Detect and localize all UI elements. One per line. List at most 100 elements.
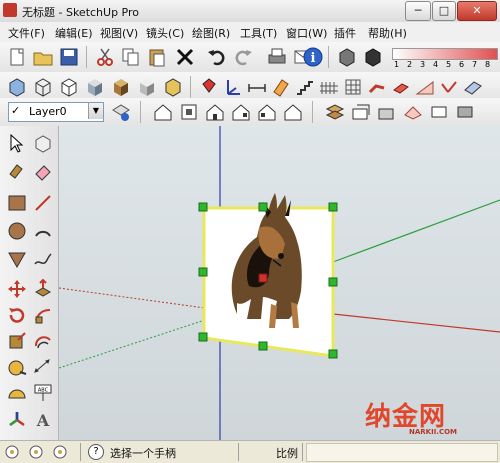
monochrome-icon[interactable] (136, 76, 158, 98)
corner-grip-top-right[interactable] (328, 202, 338, 212)
menu-edit[interactable]: 编辑(E) (55, 25, 93, 41)
section-fill-icon[interactable] (376, 101, 398, 123)
user-icon[interactable] (52, 444, 68, 460)
geo-location-icon[interactable] (4, 444, 20, 460)
edge-grip-bottom[interactable] (258, 341, 268, 351)
view-left-icon[interactable] (282, 101, 304, 123)
shadow-toggle-icon[interactable] (362, 46, 384, 68)
stairs-icon[interactable] (294, 76, 316, 98)
slope-icon[interactable] (414, 76, 436, 98)
shadow-time-slider[interactable] (392, 48, 498, 60)
layer-dropdown[interactable]: ✓ Layer0 ▼ (8, 102, 104, 122)
view-back-icon[interactable] (256, 101, 278, 123)
view-iso-house-icon[interactable] (152, 101, 174, 123)
center-grip[interactable] (258, 273, 268, 283)
paint-bucket-icon[interactable] (198, 76, 220, 98)
select-arrow-icon[interactable] (6, 132, 28, 154)
save-icon[interactable] (58, 46, 80, 68)
follow-me-icon[interactable] (32, 304, 54, 326)
corner-grip-bottom-left[interactable] (198, 332, 208, 342)
status-bar: ? 选择一个手柄 比例 (0, 440, 500, 463)
rotate-icon[interactable] (6, 304, 28, 326)
hidden-line-icon[interactable] (58, 76, 80, 98)
help-icon[interactable]: ? (88, 444, 104, 460)
push-pull-icon[interactable] (32, 278, 54, 300)
section-plane-icon[interactable] (270, 76, 292, 98)
view-top-icon[interactable] (178, 101, 200, 123)
corner-grip-bottom-right[interactable] (328, 349, 338, 359)
fence-icon[interactable] (318, 76, 340, 98)
menu-file[interactable]: 文件(F) (8, 25, 45, 41)
menu-window[interactable]: 窗口(W) (286, 25, 327, 41)
paste-icon[interactable] (146, 46, 168, 68)
cut-icon[interactable] (94, 46, 116, 68)
iso-view-icon[interactable] (162, 76, 184, 98)
menu-help[interactable]: 帮助(H) (368, 25, 407, 41)
corner-grip-top-left[interactable] (198, 202, 208, 212)
rectangle-icon[interactable] (6, 192, 28, 214)
dimension-tool-icon[interactable] (32, 356, 54, 378)
polygon-icon[interactable] (6, 248, 28, 270)
tape-measure-icon[interactable] (6, 356, 28, 378)
menu-tools[interactable]: 工具(T) (240, 25, 277, 41)
arc-icon[interactable] (32, 220, 54, 242)
face-style-icon[interactable] (454, 101, 476, 123)
move-icon[interactable] (6, 278, 28, 300)
edge-grip-right[interactable] (328, 277, 338, 287)
open-icon[interactable] (32, 46, 54, 68)
axes-icon[interactable] (222, 76, 244, 98)
shaded-texture-icon[interactable] (110, 76, 132, 98)
xray-icon[interactable] (6, 76, 28, 98)
chevron-down-icon[interactable]: ▼ (88, 103, 103, 119)
copy-icon[interactable] (120, 46, 142, 68)
menu-view[interactable]: 视图(V) (100, 25, 138, 41)
model-info-icon[interactable]: i (302, 46, 324, 68)
text-tool-icon[interactable]: ABC (32, 382, 54, 404)
erase-icon[interactable] (174, 46, 196, 68)
fog-icon[interactable] (402, 101, 424, 123)
edge-grip-top[interactable] (258, 202, 268, 212)
layer-manager-icon[interactable] (110, 101, 132, 123)
axes-tool-icon[interactable] (6, 408, 28, 430)
view-front-icon[interactable] (204, 101, 226, 123)
scale-label: 2 (407, 60, 413, 69)
3d-text-icon[interactable]: A (32, 408, 54, 430)
maximize-button[interactable]: □ (432, 1, 456, 21)
pipe-icon[interactable] (366, 76, 388, 98)
eraser-icon[interactable] (32, 160, 54, 182)
window-title: 无标题 - SketchUp Pro (22, 6, 140, 19)
menu-draw[interactable]: 绘图(R) (192, 25, 230, 41)
redo-icon[interactable] (232, 46, 254, 68)
make-component-icon[interactable] (32, 132, 54, 154)
scale-icon[interactable] (6, 330, 28, 352)
circle-icon[interactable] (6, 220, 28, 242)
dimension-icon[interactable] (246, 76, 268, 98)
edge-grip-left[interactable] (198, 267, 208, 277)
menu-camera[interactable]: 镜头(C) (146, 25, 184, 41)
print-icon[interactable] (266, 46, 288, 68)
line-icon[interactable] (32, 192, 54, 214)
protractor-icon[interactable] (6, 382, 28, 404)
components-icon[interactable] (336, 46, 358, 68)
offset-icon[interactable] (32, 330, 54, 352)
close-button[interactable]: ✕ (457, 1, 497, 21)
view-right-icon[interactable] (230, 101, 252, 123)
minimize-button[interactable]: ─ (405, 1, 431, 21)
model-viewport[interactable]: 纳金网 NARKII.COM (59, 126, 500, 440)
grid-icon[interactable] (342, 76, 364, 98)
section-cut-icon[interactable] (350, 101, 372, 123)
menu-plugins[interactable]: 插件 (334, 25, 356, 41)
undo-icon[interactable] (206, 46, 228, 68)
paint-icon[interactable] (6, 160, 28, 182)
shaded-icon[interactable] (84, 76, 106, 98)
measurements-input[interactable] (306, 443, 498, 462)
credits-icon[interactable] (28, 444, 44, 460)
section-display-icon[interactable] (324, 101, 346, 123)
wireframe-icon[interactable] (32, 76, 54, 98)
trim-icon[interactable] (438, 76, 460, 98)
plane-icon[interactable] (462, 76, 484, 98)
new-icon[interactable] (6, 46, 28, 68)
freehand-icon[interactable] (32, 248, 54, 270)
extrude-icon[interactable] (390, 76, 412, 98)
edge-style-icon[interactable] (428, 101, 450, 123)
